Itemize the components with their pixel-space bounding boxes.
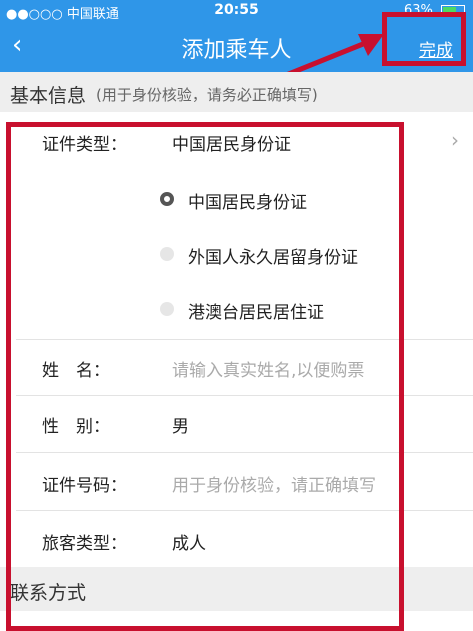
form-highlight-box [6,122,404,631]
basic-info-subtitle: (用于身份核验，请务必正确填写) [96,86,318,104]
basic-info-title: 基本信息 [10,85,87,107]
chevron-right-icon: › [451,128,459,152]
basic-info-header: 基本信息 (用于身份核验，请务必正确填写) [0,72,473,112]
